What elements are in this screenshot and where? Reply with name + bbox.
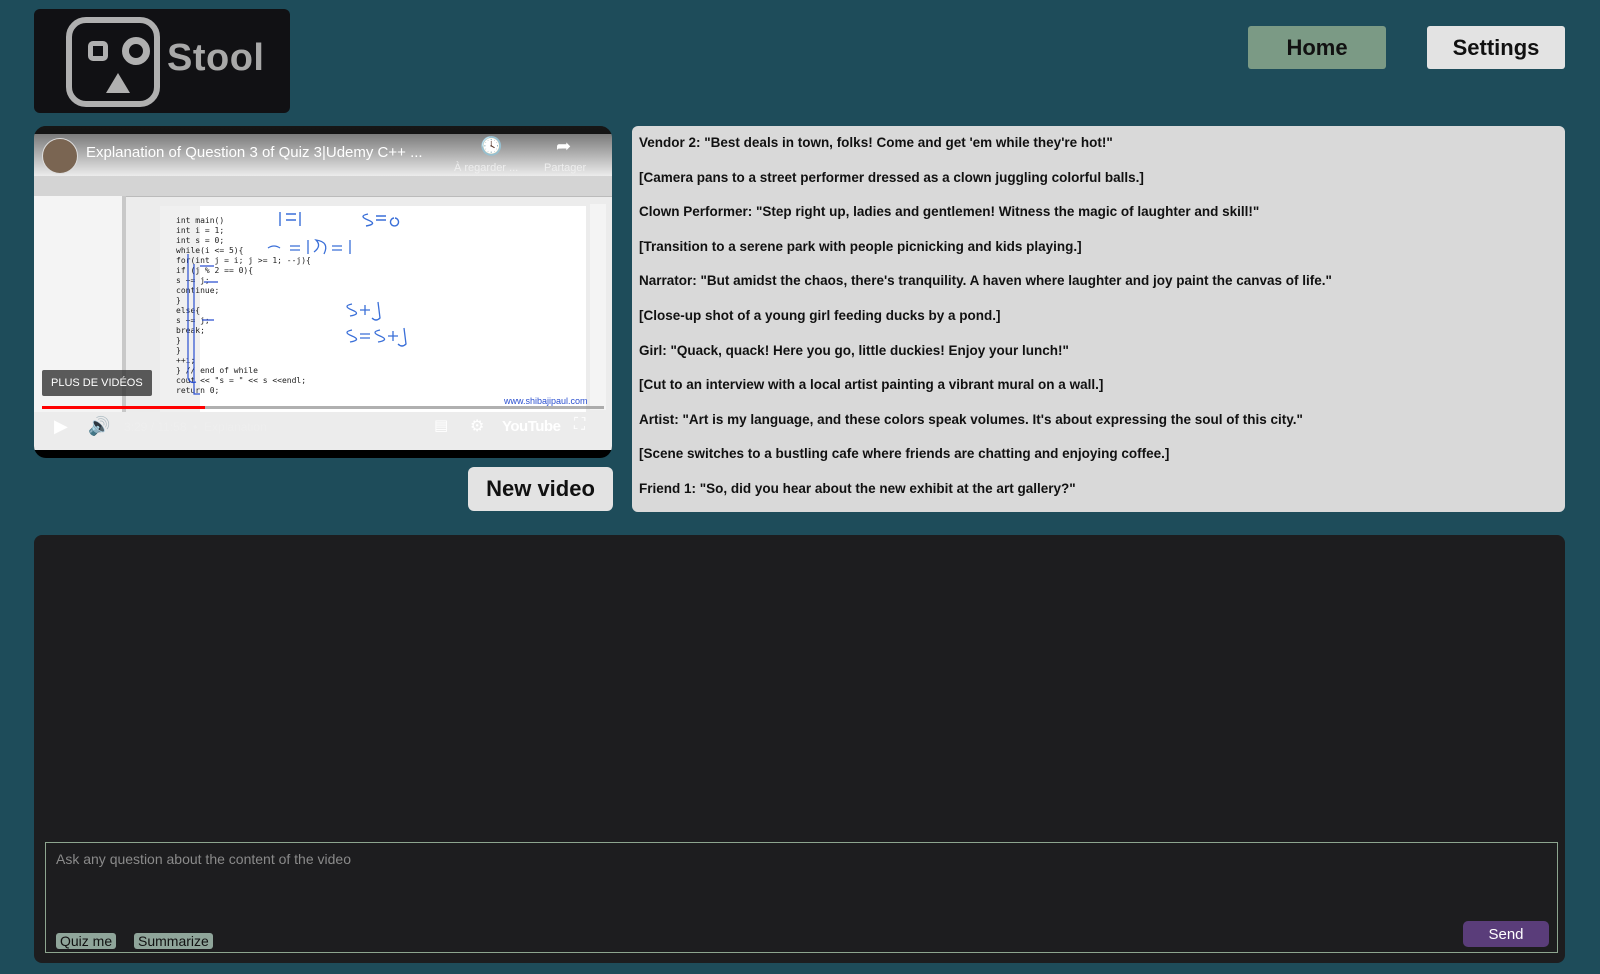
chapter-label[interactable]: Explanation: [204, 420, 267, 434]
progress-bar[interactable]: [42, 406, 604, 409]
site-watermark: www.shibajipaul.com: [504, 396, 588, 406]
video-title[interactable]: Explanation of Question 3 of Quiz 3|Udem…: [86, 144, 423, 161]
transcript-line: [Transition to a serene park with people…: [639, 238, 1082, 254]
clock-icon[interactable]: 🕓: [480, 136, 502, 157]
logo-mark-icon: [66, 17, 160, 107]
transcript-line: Narrator: "But amidst the chaos, there's…: [639, 273, 1332, 289]
transcript-line: Artist: "Art is my language, and these c…: [639, 411, 1303, 427]
channel-avatar[interactable]: [42, 138, 78, 174]
youtube-logo[interactable]: YouTube: [502, 418, 561, 435]
home-button[interactable]: Home: [1248, 26, 1386, 69]
progress-fill: [42, 406, 205, 409]
settings-button[interactable]: Settings: [1427, 26, 1565, 69]
transcript-panel: Vendor 2: "Best deals in town, folks! Co…: [632, 126, 1565, 512]
time-value: 3:29 / 11:58: [124, 420, 187, 434]
new-video-button[interactable]: New video: [468, 467, 613, 511]
more-videos-button[interactable]: PLUS DE VIDÉOS: [42, 370, 152, 396]
quiz-me-button[interactable]: Quiz me: [56, 933, 117, 949]
watch-later-label[interactable]: À regarder ...: [454, 162, 518, 174]
send-button[interactable]: Send: [1463, 921, 1549, 947]
player-controls: ▶ 🔊 3:29 / 11:58 • Explanation ▤ ⚙ YouTu…: [34, 412, 612, 442]
time-display: 3:29 / 11:58 • Explanation: [124, 420, 267, 434]
play-icon[interactable]: ▶: [54, 416, 68, 437]
volume-icon[interactable]: 🔊: [88, 416, 110, 437]
subtitles-icon[interactable]: ▤: [434, 416, 448, 434]
summarize-button[interactable]: Summarize: [134, 933, 213, 949]
video-top-bar: Explanation of Question 3 of Quiz 3|Udem…: [34, 126, 612, 176]
question-placeholder: Ask any question about the content of th…: [56, 851, 351, 867]
transcript-line: [Scene switches to a bustling cafe where…: [639, 446, 1170, 462]
share-label[interactable]: Partager: [544, 162, 586, 174]
fullscreen-icon[interactable]: ⛶: [574, 416, 585, 434]
transcript-line: [Cut to an interview with a local artist…: [639, 377, 1104, 393]
pen-annotations: [187, 212, 407, 395]
share-icon[interactable]: ➦: [556, 136, 571, 157]
chat-panel: Ask any question about the content of th…: [34, 535, 1565, 963]
transcript-line: [Camera pans to a street performer dress…: [639, 169, 1144, 185]
transcript-line: [Close-up shot of a young girl feeding d…: [639, 307, 1001, 323]
transcript-line: Friend 1: "So, did you hear about the ne…: [639, 480, 1076, 496]
logo-text: Stool: [167, 37, 265, 79]
transcript-line: Vendor 2: "Best deals in town, folks! Co…: [639, 135, 1113, 150]
question-input[interactable]: Ask any question about the content of th…: [45, 842, 1558, 953]
transcript-line: Clown Performer: "Step right up, ladies …: [639, 204, 1260, 220]
gear-icon[interactable]: ⚙: [470, 416, 484, 436]
transcript-line: Girl: "Quack, quack! Here you go, little…: [639, 342, 1069, 358]
video-player[interactable]: int main() int i = 1; int s = 0; while(i <=…: [34, 126, 612, 458]
logo: Stool: [34, 9, 290, 113]
